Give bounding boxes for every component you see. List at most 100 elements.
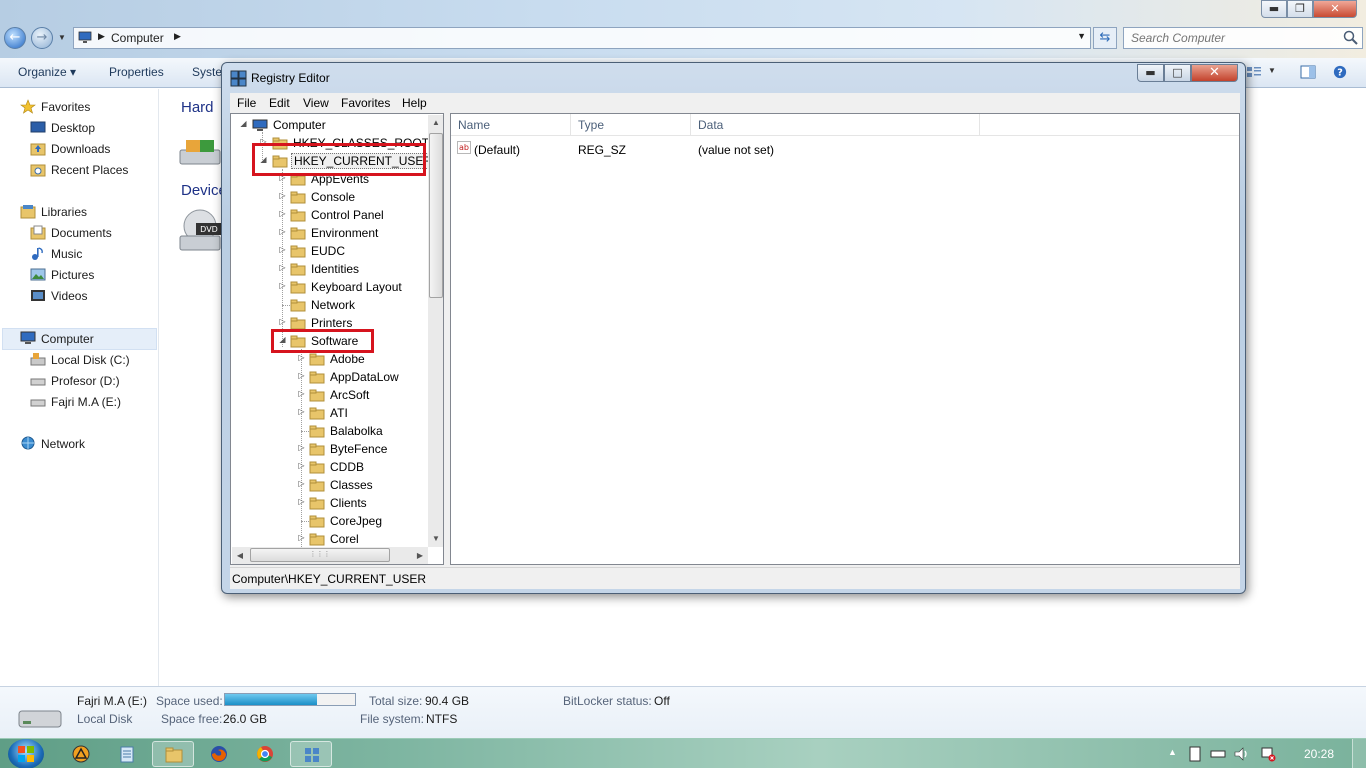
expand-triangle-icon[interactable]: ▷ [278,245,287,254]
minimize-button[interactable]: ▬ [1137,64,1164,82]
maximize-button[interactable]: □ [1164,64,1191,82]
expand-triangle-icon[interactable]: ▷ [278,317,287,326]
menu-bar: File Edit View Favorites Help [230,93,1240,113]
network-disconnected-icon[interactable] [1260,746,1276,762]
volume-icon[interactable] [1234,747,1250,761]
address-dropdown-icon[interactable]: ▼ [1077,31,1086,41]
forward-button[interactable]: → [31,27,53,49]
expand-triangle-icon[interactable]: ▷ [297,353,306,362]
expand-triangle-icon[interactable]: ▷ [297,407,306,416]
expand-triangle-icon[interactable]: ▷ [297,461,306,470]
refresh-button[interactable]: ⇆ [1093,27,1117,49]
taskbar-notepad[interactable] [106,741,148,767]
expand-triangle-icon[interactable]: ▷ [278,281,287,290]
downloads-folder-icon [30,143,46,156]
menu-favorites[interactable]: Favorites [341,96,390,110]
taskbar-chrome[interactable] [244,741,286,767]
tree-vertical-scrollbar[interactable]: ▲ ▼ [428,115,443,547]
tree-label: EUDC [311,244,346,258]
menu-help[interactable]: Help [402,96,427,110]
folder-icon [290,263,306,276]
scroll-thumb[interactable]: ⋮⋮⋮ [250,548,390,562]
help-icon[interactable]: ? [1332,65,1348,79]
network-icon [21,436,35,450]
column-header-type[interactable]: Type [571,114,691,136]
column-header-data[interactable]: Data [691,114,980,136]
recent-places-icon [30,164,46,177]
close-button[interactable]: ✕ [1191,64,1238,82]
maximize-button[interactable]: ❐ [1287,0,1313,18]
search-box[interactable] [1123,27,1363,49]
folder-icon [309,497,325,510]
scroll-down-icon[interactable]: ▼ [428,531,443,547]
address-bar[interactable]: ▶ Computer ▶ ▼ [73,27,1091,49]
tree-horizontal-scrollbar[interactable]: ◀ ⋮⋮⋮ ▶ [232,547,428,564]
windows-drive-icon [30,353,46,366]
scroll-up-icon[interactable]: ▲ [428,115,443,131]
breadcrumb-separator-icon[interactable]: ▶ [174,31,181,42]
start-button[interactable] [8,739,44,768]
folder-icon [290,191,306,204]
drive-type: Local Disk [77,712,133,726]
menu-file[interactable]: File [237,96,256,110]
back-button[interactable]: ← [4,27,26,49]
breadcrumb-computer[interactable]: Computer [111,31,164,45]
properties-button[interactable]: Properties [109,65,164,79]
expand-triangle-icon[interactable]: ▷ [297,533,306,542]
show-desktop-button[interactable] [1352,739,1366,768]
highlight-hkcu [252,143,426,176]
maximize-icon: □ [1172,66,1183,79]
device-icon[interactable] [1188,746,1202,762]
column-header-name[interactable]: Name [451,114,571,136]
videos-icon [31,290,45,301]
folder-icon [309,425,325,438]
tree-label: ATI [330,406,348,420]
expand-triangle-icon[interactable]: ▷ [297,497,306,506]
close-button[interactable]: ✕ [1313,0,1357,18]
show-hidden-icons-icon[interactable]: ▲ [1168,747,1177,757]
taskbar-avast[interactable] [60,741,102,767]
scroll-right-icon[interactable]: ▶ [412,547,428,564]
space-free-label: Space free: [161,712,223,726]
menu-edit[interactable]: Edit [269,96,290,110]
collapse-triangle-icon[interactable]: ◢ [239,119,248,128]
nav-label: Desktop [51,121,96,135]
expand-triangle-icon[interactable]: ▷ [297,443,306,452]
taskbar-firefox[interactable] [198,741,240,767]
space-used-fill [225,694,318,705]
usb-icon[interactable] [1210,747,1226,761]
svg-text:?: ? [1337,68,1343,79]
expand-triangle-icon[interactable]: ▷ [297,479,306,488]
value-name: (Default) [474,143,521,157]
space-used-label: Space used: [156,694,223,708]
expand-triangle-icon[interactable]: ▷ [278,263,287,272]
change-view-icon[interactable] [1246,65,1262,79]
expand-triangle-icon[interactable]: ▷ [297,371,306,380]
dvd-drive-icon[interactable]: DVD [178,208,222,254]
search-input[interactable] [1124,28,1334,48]
preview-pane-icon[interactable] [1300,65,1316,79]
expand-triangle-icon[interactable]: ▷ [278,191,287,200]
expand-triangle-icon[interactable]: ▷ [278,209,287,218]
taskbar-explorer[interactable] [152,741,194,767]
system-properties-button[interactable]: Syste [192,65,222,79]
file-system-label: File system: [360,712,425,726]
minimize-button[interactable]: ▬ [1261,0,1287,18]
expand-triangle-icon[interactable]: ▷ [297,389,306,398]
restore-icon: ❐ [1295,2,1305,15]
clock[interactable]: 20:28 [1304,747,1334,761]
devices-heading: Device [181,182,227,199]
view-dropdown-icon[interactable]: ▼ [1268,66,1276,75]
windows-drive-icon[interactable] [178,138,222,168]
close-icon: ✕ [1330,2,1340,15]
hard-drive-icon [30,399,46,407]
menu-view[interactable]: View [303,96,329,110]
taskbar-regedit[interactable] [290,741,332,767]
computer-icon [252,119,268,131]
scroll-thumb[interactable] [429,133,443,298]
recent-pages-dropdown-icon[interactable]: ▼ [58,33,66,42]
expand-triangle-icon[interactable]: ▷ [278,227,287,236]
values-list-pane: Name Type Data ab (Default) REG_SZ (valu… [450,113,1240,565]
organize-menu[interactable]: Organize ▾ [18,65,76,79]
scroll-left-icon[interactable]: ◀ [232,547,248,564]
